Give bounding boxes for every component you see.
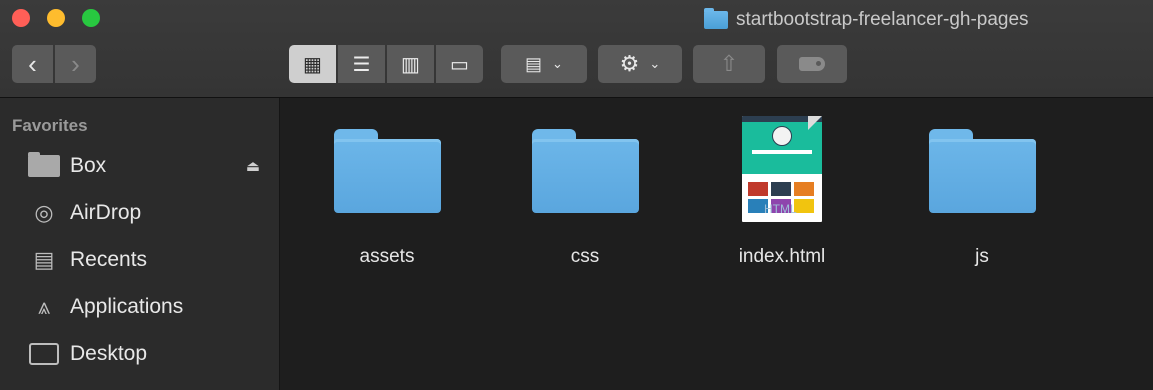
zoom-window-button[interactable] [82, 9, 100, 27]
sidebar-item-applications[interactable]: ⩓ Applications [28, 290, 268, 324]
list-view-button[interactable]: ☰ [338, 45, 385, 83]
file-item-js[interactable]: js [912, 116, 1052, 276]
tag-icon [799, 57, 825, 71]
group-icon: ▤ [525, 53, 543, 74]
folder-icon [28, 152, 60, 180]
folder-icon [334, 129, 441, 215]
sidebar-item-airdrop[interactable]: ◎ AirDrop [28, 196, 268, 230]
view-mode-selector: ▦ ☰ ▥ ▭ [289, 45, 483, 83]
share-button[interactable]: ⇧ [693, 45, 765, 83]
action-menu-button[interactable]: ⚙ ⌄ [598, 45, 682, 83]
columns-icon: ▥ [401, 53, 420, 76]
list-icon: ☰ [352, 53, 371, 76]
window-toolbar: startbootstrap-freelancer-gh-pages ‹ › ▦… [0, 0, 1153, 98]
gallery-view-button[interactable]: ▭ [436, 45, 483, 83]
window-title-text: startbootstrap-freelancer-gh-pages [736, 9, 1029, 30]
sidebar-item-label: Applications [70, 295, 184, 318]
sidebar-heading-favorites: Favorites [12, 116, 88, 135]
column-view-button[interactable]: ▥ [387, 45, 434, 83]
close-window-button[interactable] [12, 9, 30, 27]
sidebar-item-label: AirDrop [70, 201, 142, 224]
desktop-icon [28, 340, 60, 368]
file-item-css[interactable]: css [515, 116, 655, 276]
file-name: css [570, 246, 600, 267]
eject-icon[interactable]: ⏏ [246, 157, 260, 175]
html-badge: HTML [764, 202, 797, 216]
group-by-button[interactable]: ▤ ⌄ [501, 45, 587, 83]
minimize-window-button[interactable] [47, 9, 65, 27]
recents-icon: ▤ [33, 247, 55, 272]
html-document-icon: HTML [742, 116, 822, 222]
chevron-left-icon: ‹ [28, 48, 37, 79]
sidebar: Favorites Box ⏏ ◎ AirDrop ▤ Recents ⩓ Ap… [0, 98, 280, 390]
chevron-down-icon: ⌄ [649, 56, 661, 71]
gear-icon: ⚙ [619, 51, 640, 76]
airdrop-icon: ◎ [34, 200, 54, 225]
chevron-down-icon: ⌄ [552, 56, 563, 71]
sidebar-item-label: Desktop [70, 342, 148, 365]
sidebar-item-desktop[interactable]: Desktop [28, 337, 268, 371]
window-title: startbootstrap-freelancer-gh-pages [704, 7, 1029, 33]
folder-icon [929, 129, 1036, 215]
file-item-index-html[interactable]: HTML index.html [712, 116, 852, 276]
file-name: index.html [738, 246, 826, 267]
folder-icon [532, 129, 639, 215]
file-browser: assets css HTML index.html js [280, 98, 1153, 390]
grid-icon: ▦ [303, 53, 322, 76]
applications-icon: ⩓ [37, 294, 51, 319]
file-item-assets[interactable]: assets [317, 116, 457, 276]
forward-button[interactable]: › [55, 45, 96, 83]
back-button[interactable]: ‹ [12, 45, 53, 83]
folder-icon [704, 8, 728, 29]
gallery-icon: ▭ [450, 53, 469, 76]
share-icon: ⇧ [719, 51, 739, 76]
file-name: assets [359, 246, 415, 267]
sidebar-item-box[interactable]: Box ⏏ [28, 149, 268, 183]
sidebar-item-label: Recents [70, 248, 148, 271]
chevron-right-icon: › [71, 48, 80, 79]
tags-button[interactable] [777, 45, 847, 83]
sidebar-item-recents[interactable]: ▤ Recents [28, 243, 268, 277]
sidebar-item-label: Box [70, 154, 107, 177]
icon-view-button[interactable]: ▦ [289, 45, 336, 83]
file-name: js [975, 246, 989, 267]
